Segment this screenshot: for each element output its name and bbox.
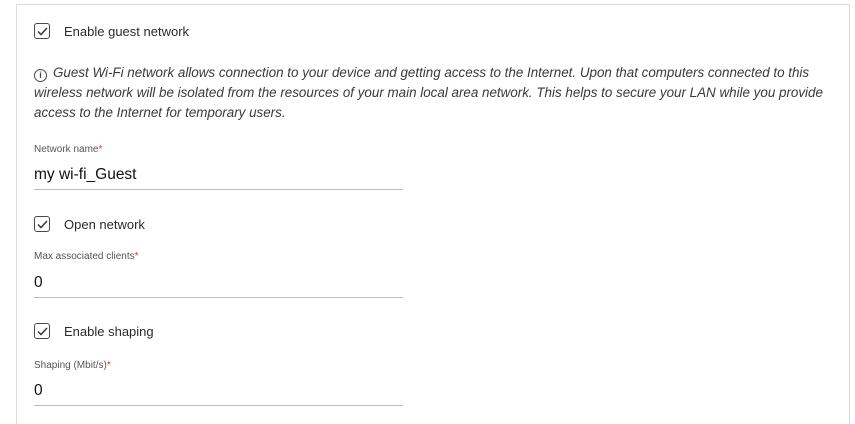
enable-shaping-row[interactable]: Enable shaping xyxy=(34,323,154,339)
enable-guest-network-label: Enable guest network xyxy=(64,23,190,39)
shaping-rate-input[interactable] xyxy=(34,377,403,406)
enable-shaping-label: Enable shaping xyxy=(64,323,154,339)
enable-shaping-checkbox[interactable] xyxy=(34,323,50,339)
network-name-label: Network name* xyxy=(34,144,103,155)
check-icon xyxy=(36,219,48,229)
guest-network-info-text: Guest Wi-Fi network allows connection to… xyxy=(34,65,823,120)
enable-guest-network-checkbox[interactable] xyxy=(34,23,50,39)
open-network-checkbox[interactable] xyxy=(34,216,50,232)
info-icon: i xyxy=(34,69,47,82)
network-name-input[interactable] xyxy=(34,161,403,190)
open-network-label: Open network xyxy=(64,216,145,232)
guest-network-info: i Guest Wi-Fi network allows connection t… xyxy=(34,63,834,123)
check-icon xyxy=(36,326,48,336)
shaping-rate-label: Shaping (Mbit/s)* xyxy=(34,360,111,371)
max-clients-label: Max associated clients* xyxy=(34,251,139,262)
max-clients-input[interactable] xyxy=(34,269,403,298)
enable-guest-network-row[interactable]: Enable guest network xyxy=(34,23,189,39)
open-network-row[interactable]: Open network xyxy=(34,216,145,232)
guest-network-panel: Enable guest network i Guest Wi-Fi networ… xyxy=(16,4,850,424)
check-icon xyxy=(36,26,48,36)
